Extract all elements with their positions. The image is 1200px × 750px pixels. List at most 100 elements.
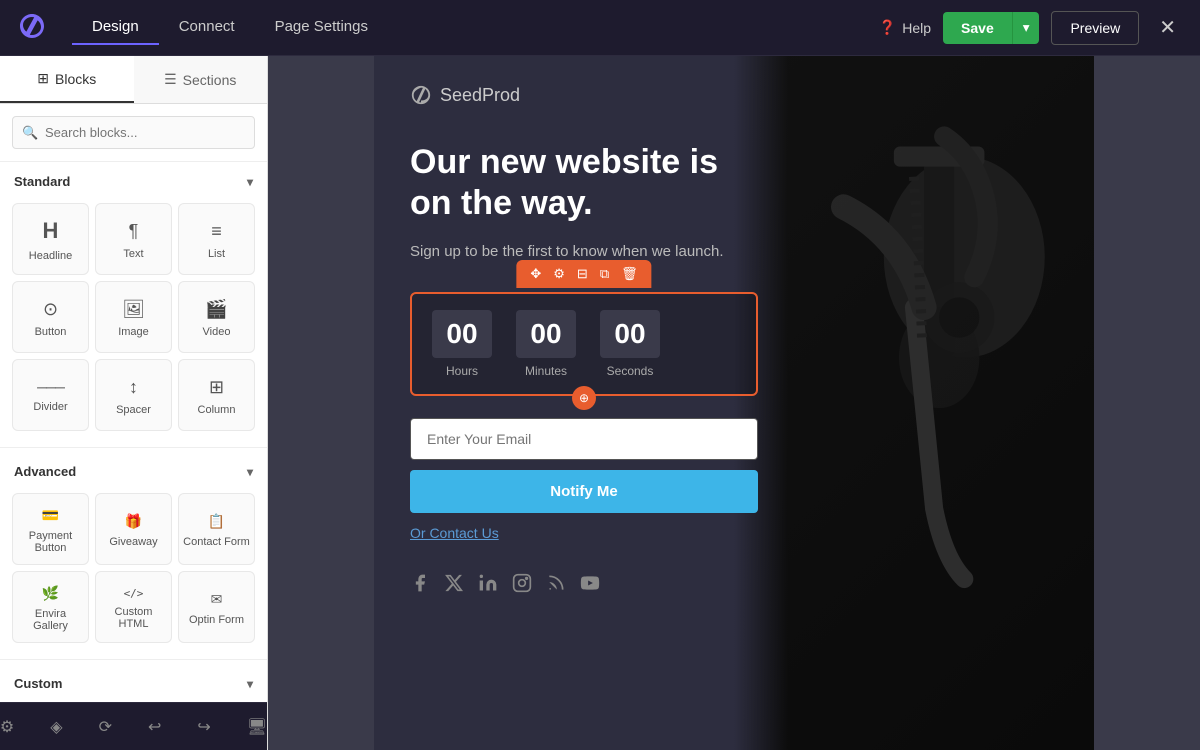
left-panel: ⊞ Blocks ☰ Sections 🔍 Standard ▾ H <box>0 56 268 750</box>
x-twitter-icon[interactable] <box>444 573 464 598</box>
duplicate-icon[interactable]: ⧉ <box>596 264 613 284</box>
nav-tab-page-settings[interactable]: Page Settings <box>255 10 388 45</box>
search-icon: 🔍 <box>22 125 38 141</box>
search-area: 🔍 <box>0 104 267 162</box>
video-icon: 🎬 <box>205 299 227 320</box>
top-nav: Design Connect Page Settings ❓ Help Save… <box>0 0 1200 56</box>
undo-icon[interactable]: ↩ <box>142 711 167 743</box>
tab-sections[interactable]: ☰ Sections <box>134 56 268 103</box>
divider-icon: ─── <box>37 379 64 395</box>
panel-tabs: ⊞ Blocks ☰ Sections <box>0 56 267 104</box>
facebook-icon[interactable] <box>410 573 430 598</box>
block-giveaway[interactable]: 🎁 Giveaway <box>95 493 172 565</box>
help-icon: ❓ <box>879 19 896 36</box>
block-image[interactable]: 🖼 Image <box>95 281 172 353</box>
chevron-down-icon-advanced: ▾ <box>247 465 253 479</box>
block-column[interactable]: ⊞ Column <box>178 359 255 431</box>
block-optin-form[interactable]: ✉ Optin Form <box>178 571 255 643</box>
settings-gear-icon[interactable]: ⚙ <box>549 264 569 284</box>
sections-icon: ☰ <box>164 71 177 88</box>
block-custom-html[interactable]: </> Custom HTML <box>95 571 172 643</box>
seedprod-logo-text: SeedProd <box>440 85 520 106</box>
blocks-section: Standard ▾ H Headline ¶ Text ≡ List ⊙ <box>0 162 267 702</box>
block-list[interactable]: ≡ List <box>178 203 255 275</box>
block-button[interactable]: ⊙ Button <box>12 281 89 353</box>
minutes-number: 00 <box>516 310 576 358</box>
payment-icon: 💳 <box>42 507 59 524</box>
payment-label: Payment Button <box>17 530 84 554</box>
advanced-section-header[interactable]: Advanced ▾ <box>0 452 267 487</box>
save-button[interactable]: Save <box>943 12 1012 44</box>
button-label: Button <box>35 326 67 338</box>
minutes-label: Minutes <box>516 364 576 378</box>
hours-label: Hours <box>432 364 492 378</box>
column-label: Column <box>198 404 236 416</box>
help-label: Help <box>902 20 931 36</box>
main-area: ⊞ Blocks ☰ Sections 🔍 Standard ▾ H <box>0 56 1200 750</box>
help-button[interactable]: ❓ Help <box>879 19 931 36</box>
nav-tab-connect[interactable]: Connect <box>159 10 255 45</box>
close-button[interactable]: ✕ <box>1151 11 1184 44</box>
block-divider[interactable]: ─── Divider <box>12 359 89 431</box>
instagram-icon[interactable] <box>512 573 532 598</box>
countdown-minutes: 00 Minutes <box>516 310 576 378</box>
spacer-label: Spacer <box>116 404 151 416</box>
chevron-down-icon: ▾ <box>247 175 253 189</box>
custom-section-header[interactable]: Custom ▾ <box>0 664 267 699</box>
block-payment-button[interactable]: 💳 Payment Button <box>12 493 89 565</box>
nav-right: ❓ Help Save ▾ Preview ✕ <box>879 11 1184 45</box>
advanced-blocks-grid: 💳 Payment Button 🎁 Giveaway 📋 Contact Fo… <box>0 487 267 655</box>
move-icon[interactable]: ✥ <box>526 264 545 284</box>
nav-tab-design[interactable]: Design <box>72 10 159 45</box>
layers-icon[interactable]: ◈ <box>44 711 68 743</box>
search-input[interactable] <box>12 116 255 149</box>
save-template-icon[interactable]: ⊟ <box>573 264 592 284</box>
seedprod-logo: SeedProd <box>410 84 758 106</box>
envira-label: Envira Gallery <box>17 608 84 632</box>
search-wrapper: 🔍 <box>12 116 255 149</box>
divider-label: Divider <box>33 401 67 413</box>
section-divider <box>0 447 267 448</box>
block-envira-gallery[interactable]: 🌿 Envira Gallery <box>12 571 89 643</box>
canvas-area: SeedProd Our new website is on the way. … <box>268 56 1200 750</box>
standard-section-header[interactable]: Standard ▾ <box>0 162 267 197</box>
panel-bottom-toolbar: ⚙ ◈ ⟳ ↩ ↪ 🖥 <box>0 702 267 750</box>
seconds-number: 00 <box>600 310 660 358</box>
nav-tabs: Design Connect Page Settings <box>72 10 388 45</box>
video-label: Video <box>203 326 231 338</box>
custom-html-icon: </> <box>124 587 144 600</box>
block-video[interactable]: 🎬 Video <box>178 281 255 353</box>
history-icon[interactable]: ⟳ <box>93 711 118 743</box>
delete-icon[interactable]: 🗑 <box>617 264 642 284</box>
redo-icon[interactable]: ↪ <box>191 711 216 743</box>
block-headline[interactable]: H Headline <box>12 203 89 275</box>
spacer-icon: ↕ <box>129 377 138 398</box>
notify-button[interactable]: Notify Me <box>410 470 758 513</box>
block-text[interactable]: ¶ Text <box>95 203 172 275</box>
optin-label: Optin Form <box>189 614 244 626</box>
linkedin-icon[interactable] <box>478 573 498 598</box>
countdown-block: 00 Hours 00 Minutes 00 Seconds <box>410 292 758 396</box>
preview-button[interactable]: Preview <box>1051 11 1139 45</box>
block-spacer[interactable]: ↕ Spacer <box>95 359 172 431</box>
save-dropdown-button[interactable]: ▾ <box>1012 12 1040 44</box>
tab-blocks[interactable]: ⊞ Blocks <box>0 56 134 103</box>
countdown-wrapper[interactable]: ✥ ⚙ ⊟ ⧉ 🗑 00 Hours 00 Minutes <box>410 292 758 396</box>
block-contact-form[interactable]: 📋 Contact Form <box>178 493 255 565</box>
save-btn-group: Save ▾ <box>943 12 1039 44</box>
chevron-down-icon-custom: ▾ <box>247 677 253 691</box>
blocks-icon: ⊞ <box>37 70 49 87</box>
custom-html-label: Custom HTML <box>100 606 167 630</box>
list-icon: ≡ <box>211 221 222 242</box>
image-icon: 🖼 <box>122 299 145 320</box>
rss-icon[interactable] <box>546 573 566 598</box>
hours-number: 00 <box>432 310 492 358</box>
headline-label: Headline <box>29 250 72 262</box>
contact-link[interactable]: Or Contact Us <box>410 525 499 541</box>
giveaway-label: Giveaway <box>109 536 157 548</box>
youtube-icon[interactable] <box>580 573 600 598</box>
email-input[interactable] <box>410 418 758 460</box>
giveaway-icon: 🎁 <box>125 513 142 530</box>
settings-icon[interactable]: ⚙ <box>0 711 20 743</box>
section-divider-2 <box>0 659 267 660</box>
